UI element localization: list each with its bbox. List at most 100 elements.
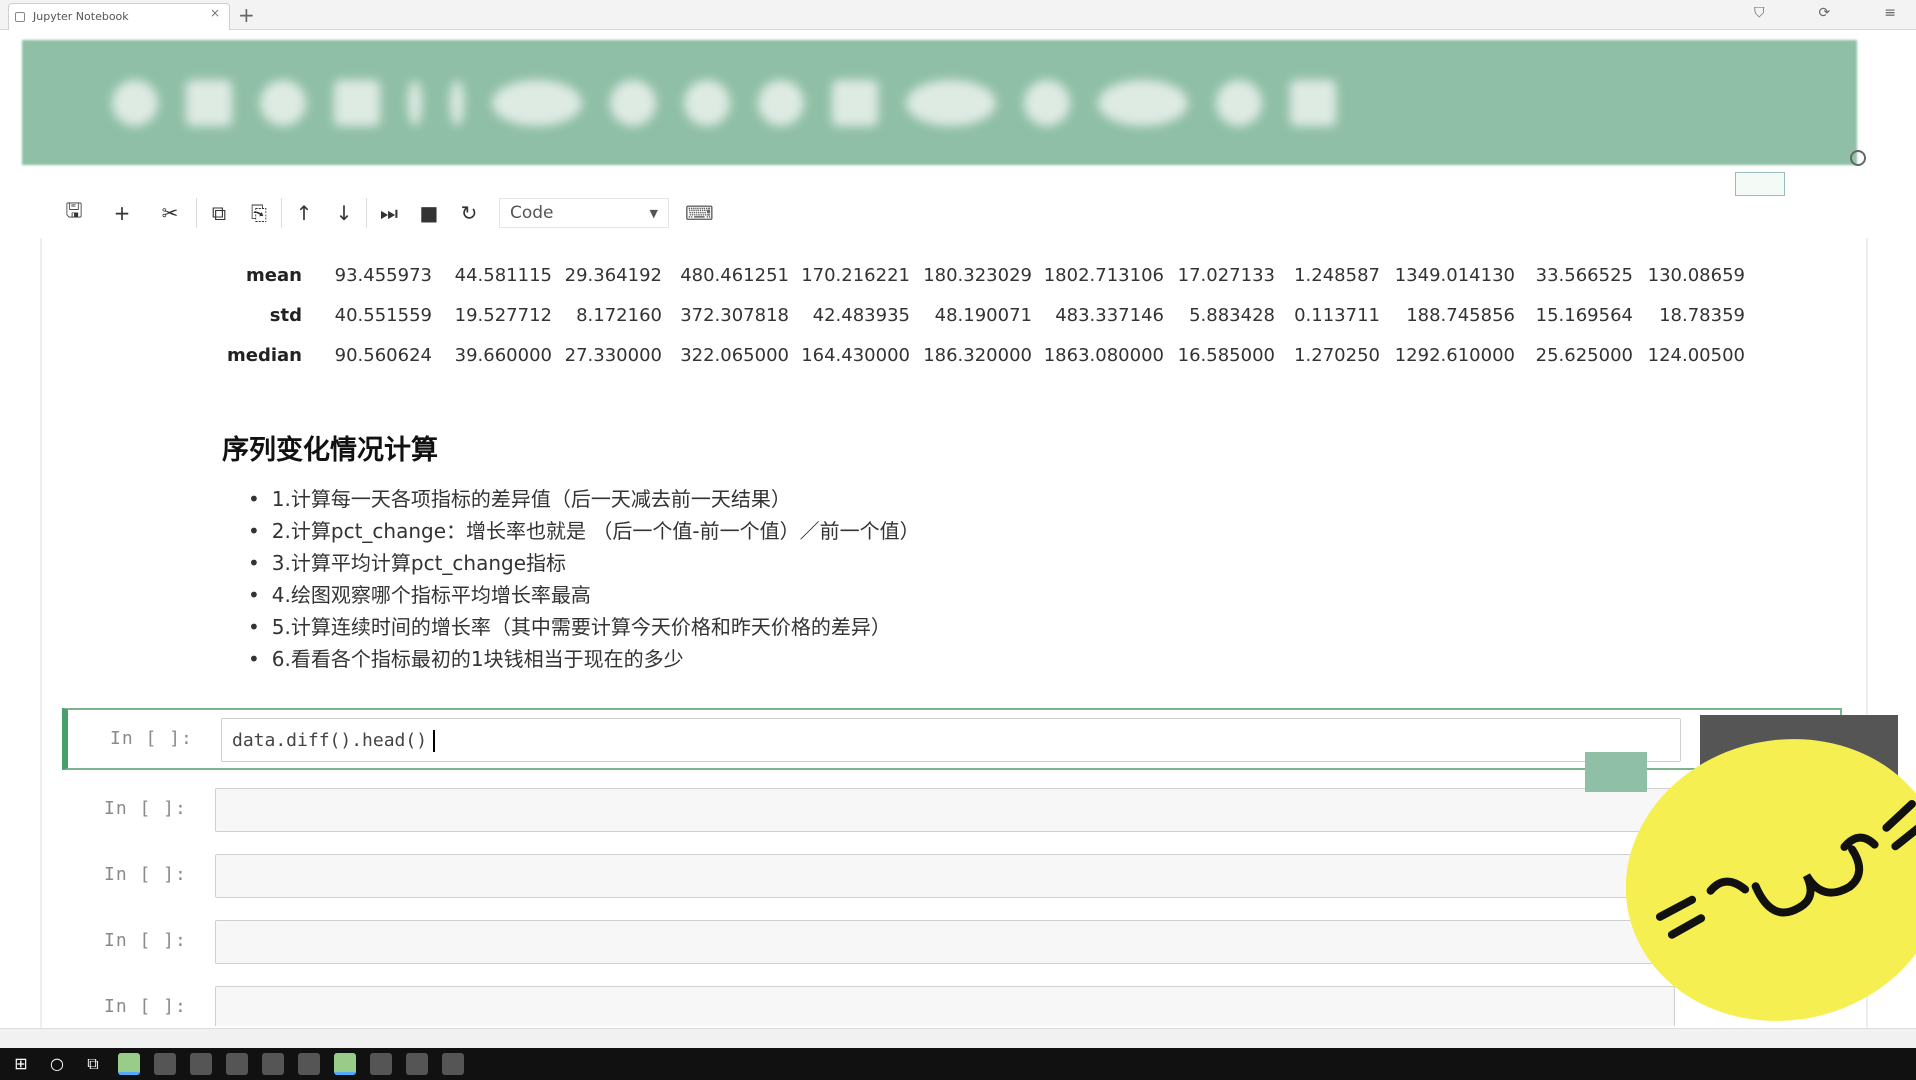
toolbar-divider (196, 198, 197, 228)
blurred-icon (1024, 80, 1070, 126)
stats-output-table: mean 93.455973 44.581115 29.364192 480.4… (225, 255, 1747, 375)
code-cell[interactable]: In [ ]: (62, 846, 1842, 908)
paste-icon[interactable]: ⎘ (239, 196, 279, 230)
run-icon[interactable]: ⏭ (369, 196, 409, 230)
cell-prompt: In [ ]: (104, 798, 187, 819)
cell-type-select[interactable]: Code ▼ (499, 198, 669, 228)
table-cell: 1802.713106 (1043, 264, 1164, 286)
text-cursor (433, 730, 436, 752)
code-input[interactable]: data.diff().head() (221, 718, 1681, 762)
table-row: std 40.551559 19.527712 8.172160 372.307… (225, 295, 1747, 335)
code-input[interactable] (215, 986, 1675, 1026)
save-icon[interactable]: 🖫 (50, 196, 98, 230)
blurred-icon (260, 80, 306, 126)
move-up-icon[interactable]: ↑ (284, 196, 324, 230)
taskbar-app-icon[interactable] (154, 1053, 176, 1075)
blurred-icon (186, 80, 232, 126)
blurred-icon (906, 80, 996, 126)
taskbar-app-icon[interactable] (118, 1053, 140, 1075)
row-label: std (269, 304, 302, 326)
blurred-icon (334, 80, 380, 126)
table-cell: 170.216221 (801, 264, 910, 286)
taskbar-app-icon[interactable] (262, 1053, 284, 1075)
row-label: median (227, 344, 302, 366)
table-row: mean 93.455973 44.581115 29.364192 480.4… (225, 255, 1747, 295)
list-item: 2.计算pct_change：增长率也就是 （后一个值-前一个值）／前一个值） (248, 515, 920, 547)
browser-tab-strip: Jupyter Notebook × + ⛉ ⟳ ≡ (0, 0, 1916, 30)
copy-icon[interactable]: ⧉ (199, 196, 239, 230)
taskbar-icons: ⊞ ○ ⧉ (10, 1053, 464, 1075)
blurred-icon (1098, 80, 1188, 126)
table-cell: 1292.610000 (1394, 344, 1515, 366)
markdown-heading: 序列变化情况计算 (222, 435, 438, 466)
table-cell: 1.270250 (1294, 344, 1380, 366)
table-cell: 90.560624 (334, 344, 432, 366)
taskbar-app-icon[interactable] (226, 1053, 248, 1075)
table-cell: 16.585000 (1177, 344, 1275, 366)
code-cell[interactable]: In [ ]: (62, 780, 1842, 842)
row-label: mean (246, 264, 302, 286)
taskbar-app-icon[interactable] (298, 1053, 320, 1075)
restart-icon[interactable]: ↻ (449, 196, 489, 230)
insert-cell-icon[interactable]: + (98, 196, 146, 230)
task-view-icon[interactable]: ⧉ (82, 1053, 104, 1075)
window-controls: ⛉ ⟳ ≡ (1754, 5, 1896, 21)
code-cell[interactable]: In [ ]: (62, 912, 1842, 974)
new-tab-button[interactable]: + (238, 3, 255, 27)
blurred-icon (832, 80, 878, 126)
table-cell: 40.551559 (334, 304, 432, 326)
taskbar-app-icon[interactable] (442, 1053, 464, 1075)
page-edge (40, 238, 42, 1028)
status-bar (0, 1028, 1916, 1048)
close-tab-icon[interactable]: × (210, 6, 220, 20)
refresh-icon[interactable]: ⟳ (1819, 5, 1831, 21)
table-cell: 17.027133 (1177, 264, 1275, 286)
table-cell: 48.190071 (934, 304, 1032, 326)
table-cell: 1.248587 (1294, 264, 1380, 286)
markdown-list: 1.计算每一天各项指标的差异值（后一天减去前一天结果） 2.计算pct_chan… (248, 483, 920, 675)
move-down-icon[interactable]: ↓ (324, 196, 364, 230)
search-icon[interactable]: ○ (46, 1053, 68, 1075)
stop-icon[interactable]: ■ (409, 196, 449, 230)
table-cell: 130.08659 (1647, 264, 1745, 286)
taskbar-app-icon[interactable] (334, 1053, 356, 1075)
cut-icon[interactable]: ✂ (146, 196, 194, 230)
kernel-indicator (1735, 172, 1785, 196)
keyboard-icon[interactable]: ⌨ (685, 201, 714, 225)
windows-start-icon[interactable]: ⊞ (10, 1053, 32, 1075)
taskbar-app-icon[interactable] (406, 1053, 428, 1075)
code-cell-active[interactable]: In [ ]: data.diff().head() (62, 708, 1842, 770)
browser-tab[interactable]: Jupyter Notebook (8, 3, 230, 30)
table-cell: 322.065000 (680, 344, 789, 366)
code-input[interactable] (215, 854, 1675, 898)
cell-type-value: Code (510, 203, 554, 223)
toolbar-divider (281, 198, 282, 228)
table-cell: 124.00500 (1647, 344, 1745, 366)
kernel-status-icon (1850, 150, 1866, 166)
table-cell: 29.364192 (564, 264, 662, 286)
table-cell: 5.883428 (1189, 304, 1275, 326)
blurred-icon (1290, 80, 1336, 126)
os-taskbar: ⊞ ○ ⧉ (0, 1048, 1916, 1080)
code-cell[interactable]: In [ ]: (62, 978, 1842, 1026)
code-input[interactable] (215, 920, 1675, 964)
table-cell: 180.323029 (923, 264, 1032, 286)
toolbar-divider (366, 198, 367, 228)
cell-prompt: In [ ]: (104, 996, 187, 1017)
blurred-header-content (112, 80, 1336, 126)
code-input[interactable] (215, 788, 1675, 832)
table-cell: 93.455973 (334, 264, 432, 286)
taskbar-app-icon[interactable] (370, 1053, 392, 1075)
code-text: data.diff().head() (232, 730, 428, 751)
table-cell: 1349.014130 (1394, 264, 1515, 286)
table-cell: 188.745856 (1406, 304, 1515, 326)
blurred-icon (758, 80, 804, 126)
blurred-icon (112, 80, 158, 126)
menu-icon[interactable]: ≡ (1884, 5, 1896, 21)
table-cell: 372.307818 (680, 304, 789, 326)
list-item: 5.计算连续时间的增长率（其中需要计算今天价格和昨天价格的差异） (248, 611, 920, 643)
table-row: median 90.560624 39.660000 27.330000 322… (225, 335, 1747, 375)
taskbar-app-icon[interactable] (190, 1053, 212, 1075)
blurred-icon (492, 80, 582, 126)
shield-icon[interactable]: ⛉ (1754, 5, 1765, 21)
